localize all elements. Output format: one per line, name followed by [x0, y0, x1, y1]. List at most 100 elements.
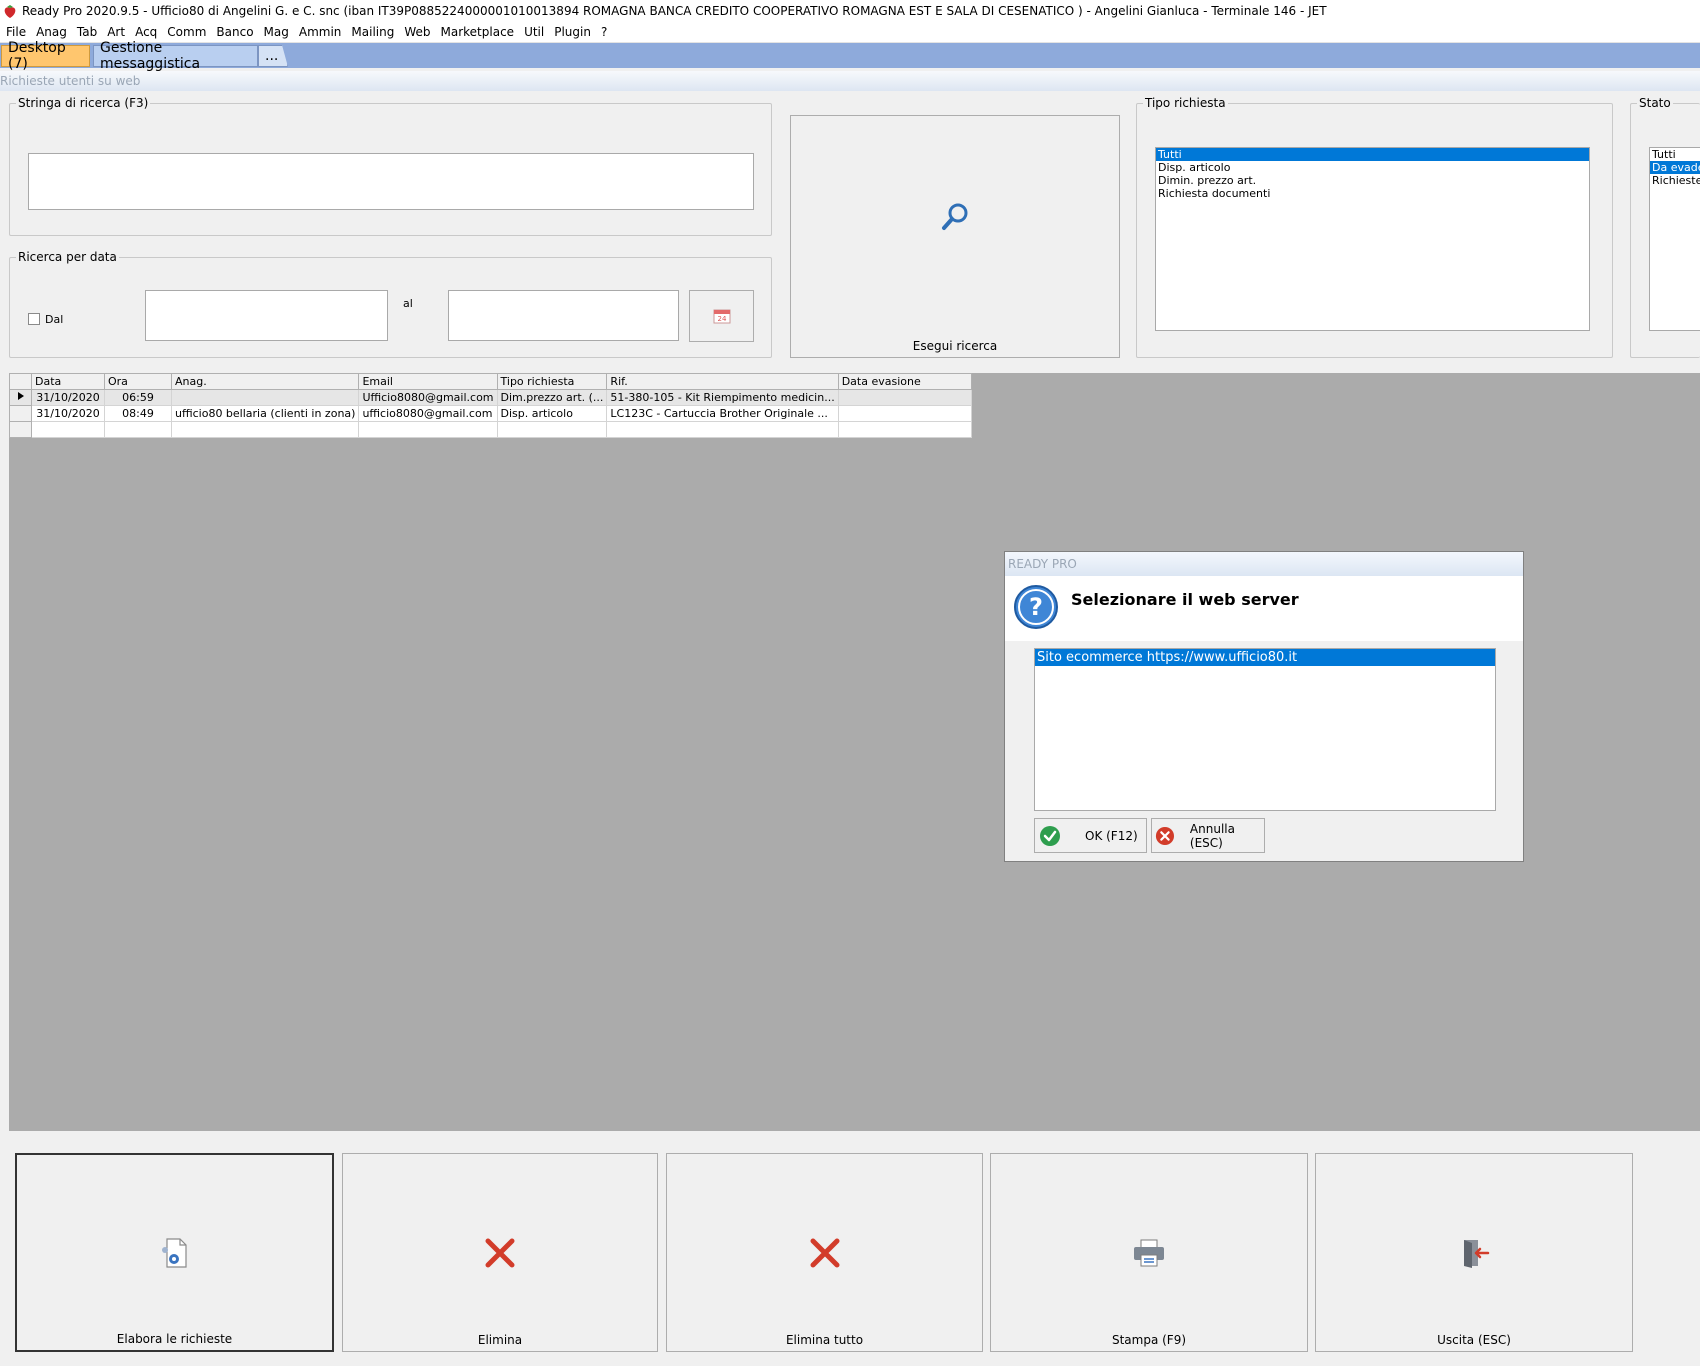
- grid-header-data-evasione[interactable]: Data evasione: [837, 373, 972, 390]
- status-item-da-evadere[interactable]: Da evadere: [1650, 161, 1700, 174]
- grid-header-email[interactable]: Email: [358, 373, 498, 390]
- date-search-legend: Ricerca per data: [18, 250, 117, 264]
- cell-anag: [170, 389, 360, 406]
- menu-tab[interactable]: Tab: [75, 25, 105, 39]
- menu-bar: File Anag Tab Art Acq Comm Banco Mag Amm…: [0, 22, 1700, 43]
- cancel-button[interactable]: Annulla (ESC): [1151, 818, 1265, 853]
- dialog-header: ? Selezionare il web server: [1005, 576, 1523, 641]
- delete-all-label: Elimina tutto: [785, 1333, 864, 1347]
- requests-grid[interactable]: Data Ora Anag. Email Tipo richiesta Rif.…: [9, 373, 972, 438]
- web-server-list[interactable]: Sito ecommerce https://www.ufficio80.it: [1034, 648, 1496, 811]
- row-indicator[interactable]: [9, 405, 32, 422]
- title-bar: Ready Pro 2020.9.5 - Ufficio80 di Angeli…: [0, 0, 1700, 22]
- table-row[interactable]: 31/10/2020 06:59 Ufficio8080@gmail.com D…: [9, 389, 972, 406]
- cell-empty: [104, 421, 172, 438]
- calendar-day-text: 24: [717, 315, 726, 323]
- cell-data-evasione: [837, 405, 972, 422]
- menu-ammin[interactable]: Ammin: [297, 25, 350, 39]
- menu-acq[interactable]: Acq: [133, 25, 165, 39]
- question-icon: ?: [1014, 585, 1058, 629]
- ok-button[interactable]: OK (F12): [1034, 818, 1147, 853]
- table-row[interactable]: 31/10/2020 08:49 ufficio80 bellaria (cli…: [9, 405, 972, 422]
- cell-empty: [606, 421, 839, 438]
- grid-header-data[interactable]: Data: [31, 373, 105, 390]
- status-legend: Stato: [1639, 96, 1671, 110]
- menu-banco[interactable]: Banco: [214, 25, 261, 39]
- tab-bar: Desktop (7) Gestione messaggistica ...: [0, 40, 1700, 72]
- print-button[interactable]: Stampa (F9): [990, 1153, 1308, 1352]
- cell-data: 31/10/2020: [31, 405, 105, 422]
- date-from-label: Dal: [45, 313, 64, 326]
- process-requests-button[interactable]: Elabora le richieste: [15, 1153, 334, 1352]
- cell-data: 31/10/2020: [31, 389, 105, 406]
- menu-marketplace[interactable]: Marketplace: [439, 25, 523, 39]
- cancel-icon: [1155, 826, 1175, 845]
- strawberry-logo-icon: [4, 5, 16, 19]
- cell-rif: 51-380-105 - Kit Riempimento medicin...: [606, 389, 839, 406]
- menu-plugin[interactable]: Plugin: [552, 25, 599, 39]
- date-from-checkbox[interactable]: [28, 313, 40, 325]
- delete-button[interactable]: Elimina: [342, 1153, 658, 1352]
- cell-data-evasione: [837, 389, 972, 406]
- dialog-heading: Selezionare il web server: [1071, 590, 1299, 609]
- form-caption: Richieste utenti su web: [0, 71, 1700, 91]
- request-type-item-dimin-prezzo[interactable]: Dimin. prezzo art.: [1156, 174, 1589, 187]
- request-type-legend: Tipo richiesta: [1145, 96, 1226, 110]
- grid-header-rif[interactable]: Rif.: [606, 373, 839, 390]
- search-input[interactable]: [28, 153, 754, 210]
- tab-desktop[interactable]: Desktop (7): [1, 40, 90, 72]
- row-indicator[interactable]: [9, 421, 32, 438]
- cell-email: Ufficio8080@gmail.com: [358, 389, 498, 406]
- menu-anag[interactable]: Anag: [34, 25, 75, 39]
- execute-search-button[interactable]: Esegui ricerca: [790, 115, 1120, 358]
- status-item-richieste-evase[interactable]: Richieste evase: [1650, 174, 1700, 187]
- print-label: Stampa (F9): [1111, 1333, 1187, 1347]
- menu-file[interactable]: File: [4, 25, 34, 39]
- date-to-label: al: [403, 297, 413, 310]
- request-type-item-disp-articolo[interactable]: Disp. articolo: [1156, 161, 1589, 174]
- red-x-icon: [810, 1238, 839, 1267]
- menu-art[interactable]: Art: [105, 25, 133, 39]
- menu-mag[interactable]: Mag: [262, 25, 297, 39]
- cell-empty: [496, 421, 608, 438]
- ok-button-label: OK (F12): [1085, 828, 1138, 843]
- grid-header-ora[interactable]: Ora: [104, 373, 172, 390]
- cell-empty: [170, 421, 360, 438]
- document-gear-icon: [161, 1237, 187, 1268]
- menu-mailing[interactable]: Mailing: [349, 25, 402, 39]
- table-row-new[interactable]: [9, 421, 972, 438]
- status-item-tutti[interactable]: Tutti: [1650, 148, 1700, 161]
- cell-empty: [31, 421, 105, 438]
- menu-util[interactable]: Util: [522, 25, 552, 39]
- cell-email: ufficio8080@gmail.com: [358, 405, 498, 422]
- status-list[interactable]: Tutti Da evadere Richieste evase: [1649, 147, 1700, 331]
- row-indicator[interactable]: [9, 389, 32, 406]
- date-to-input[interactable]: [448, 290, 679, 341]
- delete-all-button[interactable]: Elimina tutto: [666, 1153, 983, 1352]
- request-type-item-richiesta-documenti[interactable]: Richiesta documenti: [1156, 187, 1589, 200]
- request-type-list[interactable]: Tutti Disp. articolo Dimin. prezzo art. …: [1155, 147, 1590, 331]
- tab-more[interactable]: ...: [258, 45, 288, 67]
- menu-web[interactable]: Web: [402, 25, 438, 39]
- grid-header-tipo-richiesta[interactable]: Tipo richiesta: [496, 373, 608, 390]
- calendar-button[interactable]: 24: [689, 290, 754, 342]
- dialog-title: READY PRO: [1005, 552, 1523, 576]
- date-from-input[interactable]: [145, 290, 388, 341]
- window-title: Ready Pro 2020.9.5 - Ufficio80 di Angeli…: [22, 4, 1327, 18]
- magnifier-icon: [942, 203, 968, 231]
- row-pointer-icon: [17, 392, 24, 400]
- check-icon: [1040, 825, 1060, 846]
- tab-gestione-messaggistica[interactable]: Gestione messaggistica: [93, 40, 258, 72]
- menu-comm[interactable]: Comm: [165, 25, 214, 39]
- web-server-item[interactable]: Sito ecommerce https://www.ufficio80.it: [1035, 649, 1495, 666]
- select-web-server-dialog: READY PRO ? Selezionare il web server Si…: [1004, 551, 1524, 862]
- delete-label: Elimina: [477, 1333, 523, 1347]
- cell-anag: ufficio80 bellaria (clienti in zona): [170, 405, 360, 422]
- calendar-icon: 24: [713, 309, 730, 324]
- cell-tipo-richiesta: Dim.prezzo art. (...: [496, 389, 608, 406]
- grid-header-anag[interactable]: Anag.: [170, 373, 360, 390]
- request-type-item-tutti[interactable]: Tutti: [1156, 148, 1589, 161]
- cell-ora: 06:59: [104, 389, 172, 406]
- exit-button[interactable]: Uscita (ESC): [1315, 1153, 1633, 1352]
- menu-help[interactable]: ?: [599, 25, 615, 39]
